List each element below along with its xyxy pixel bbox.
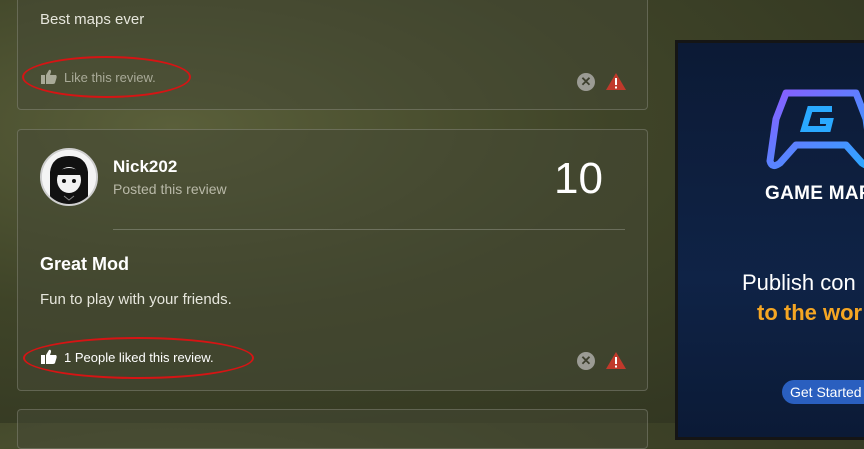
review-card: Best maps ever Like this review. ✕ — [17, 0, 648, 110]
like-review-button[interactable]: Like this review. — [40, 69, 156, 85]
thumbs-up-icon — [41, 349, 57, 364]
ad-subheadline: to the wor — [757, 300, 863, 325]
review-title: Great Mod — [40, 254, 130, 274]
get-started-button[interactable]: Get Started — [782, 380, 864, 404]
warning-icon[interactable] — [605, 72, 627, 91]
avatar-image — [42, 150, 96, 204]
advertisement-banner[interactable]: GAME MAPS Publish con to the wor Get Sta… — [675, 40, 864, 440]
like-review-label: Like this review. — [64, 69, 156, 85]
ad-headline: Publish con — [742, 270, 856, 295]
close-circle-icon[interactable]: ✕ — [577, 351, 595, 370]
close-circle-icon[interactable]: ✕ — [577, 72, 595, 91]
thumbs-up-icon — [41, 69, 57, 84]
review-body: Fun to play with your friends. — [40, 291, 232, 308]
review-card: Nick202 Posted this review 10 Great Mod … — [17, 129, 648, 391]
like-review-button[interactable]: 1 People liked this review. — [40, 349, 214, 365]
review-card — [17, 409, 648, 449]
ad-brand: GAME MAPS — [765, 183, 864, 204]
divider — [113, 229, 625, 230]
like-count-label: 1 People liked this review. — [64, 349, 214, 365]
game-maps-logo-icon — [766, 89, 864, 170]
review-posted-label: Posted this review — [113, 181, 227, 197]
warning-icon[interactable] — [605, 351, 627, 370]
review-score: 10 — [554, 154, 603, 203]
review-username[interactable]: Nick202 — [113, 157, 177, 177]
avatar[interactable] — [40, 148, 98, 206]
review-body: Best maps ever — [40, 11, 145, 28]
